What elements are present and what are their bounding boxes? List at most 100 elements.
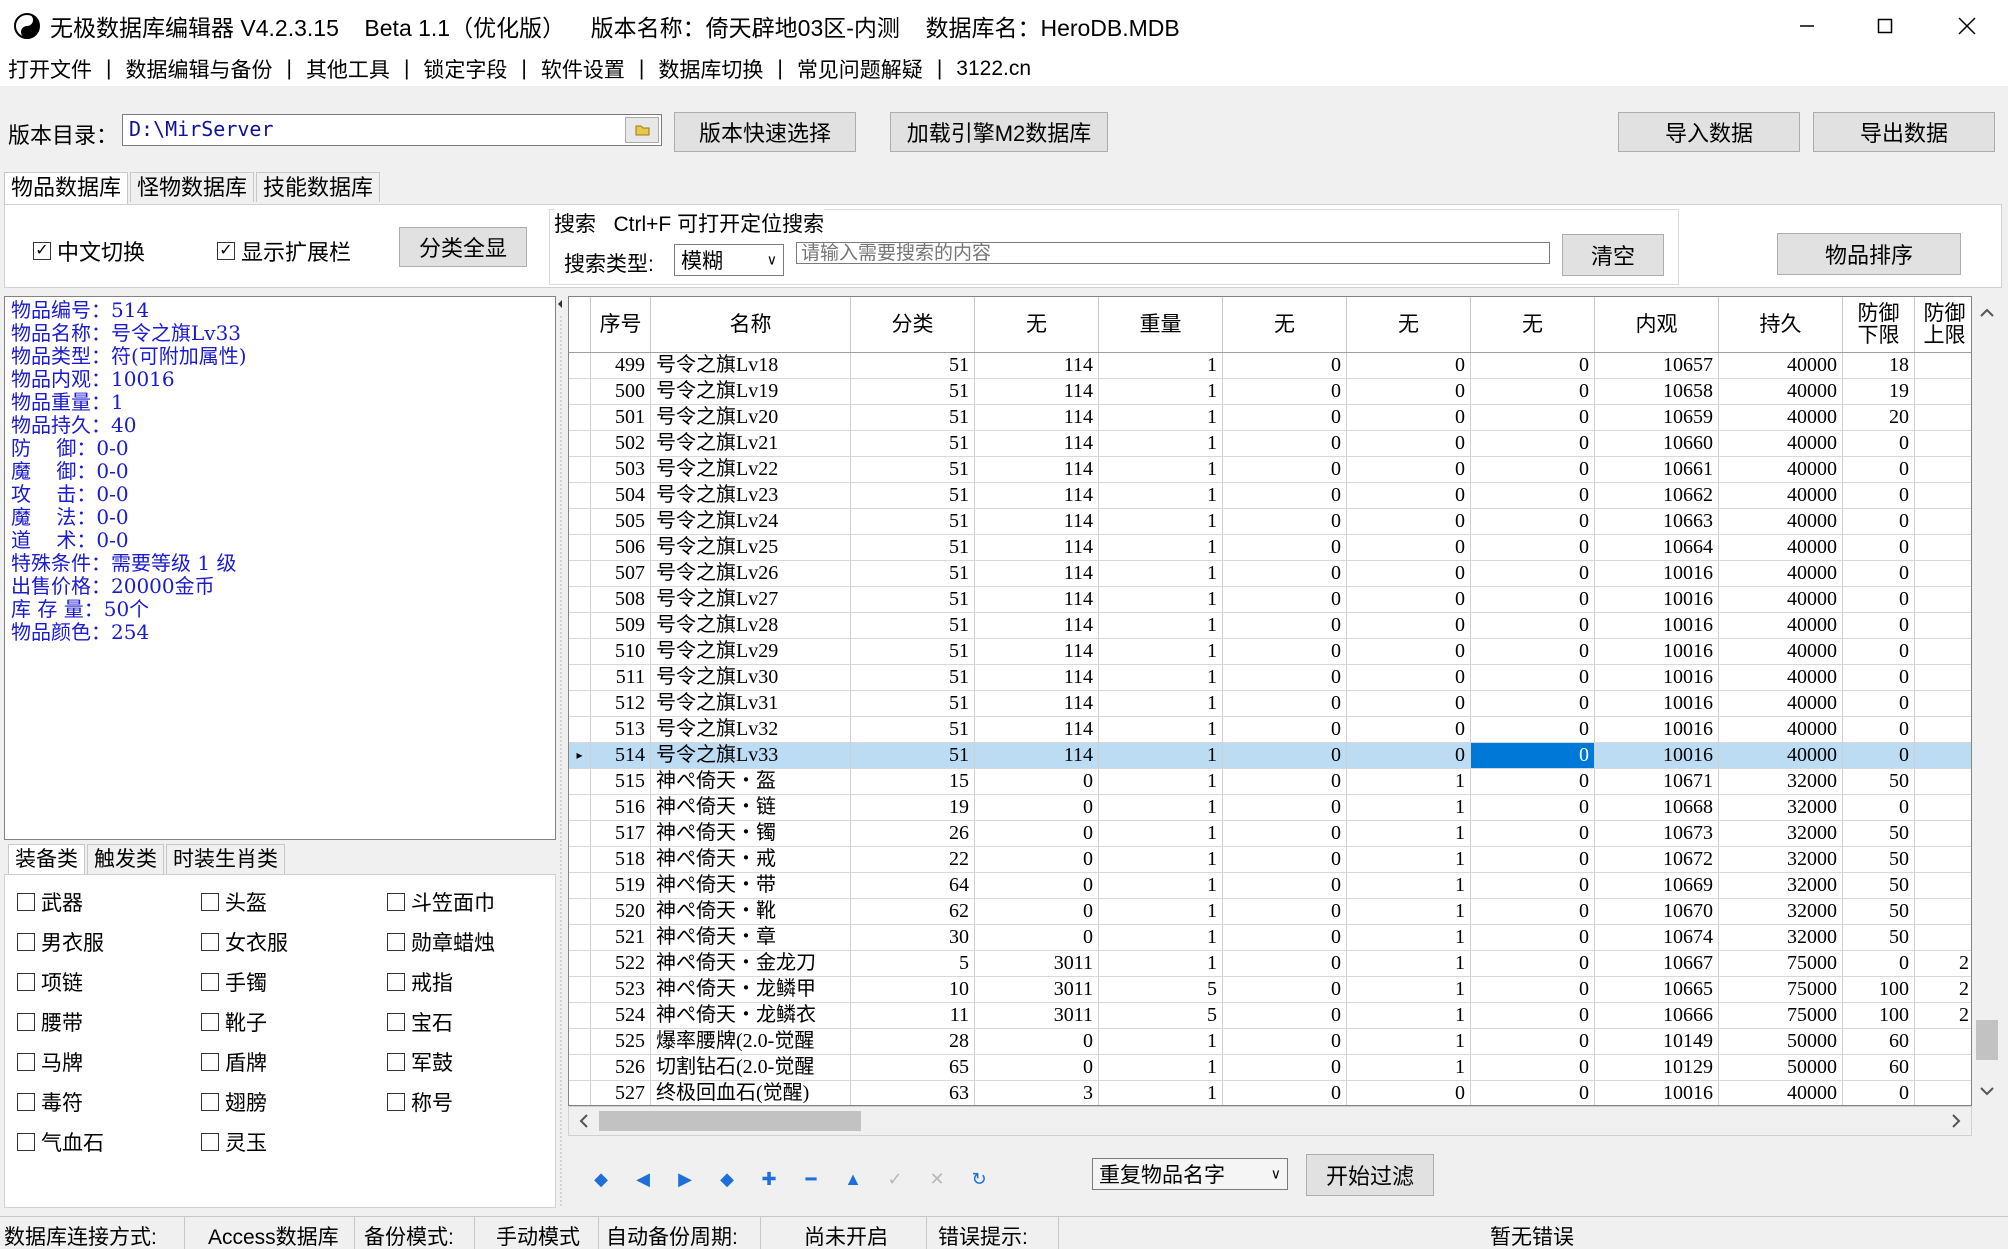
- table-cell[interactable]: 40000: [1719, 613, 1843, 638]
- table-cell[interactable]: 1: [1347, 1029, 1471, 1054]
- table-cell[interactable]: 40000: [1719, 483, 1843, 508]
- table-cell[interactable]: 1: [1099, 847, 1223, 872]
- table-cell[interactable]: 40000: [1719, 405, 1843, 430]
- table-cell[interactable]: 0: [1347, 587, 1471, 612]
- column-header[interactable]: 无: [1471, 297, 1595, 352]
- table-cell[interactable]: 26: [851, 821, 975, 846]
- table-cell[interactable]: 0: [1471, 353, 1595, 378]
- table-cell[interactable]: 神ぺ倚天・龙鳞衣: [651, 1003, 851, 1028]
- table-cell[interactable]: 5: [1099, 1003, 1223, 1028]
- table-cell[interactable]: 518: [591, 847, 651, 872]
- table-row[interactable]: 504 号令之旗Lv23 51 114 1 0 0 0 10662 40000 0: [569, 483, 1971, 509]
- table-cell[interactable]: 50: [1843, 769, 1915, 794]
- table-cell[interactable]: 502: [591, 431, 651, 456]
- maximize-button[interactable]: [1852, 0, 1918, 52]
- table-cell[interactable]: 40000: [1719, 717, 1843, 742]
- table-cell[interactable]: 1: [1099, 873, 1223, 898]
- import-button[interactable]: 导入数据: [1618, 112, 1800, 152]
- table-row[interactable]: 501 号令之旗Lv20 51 114 1 0 0 0 10659 40000 20: [569, 405, 1971, 431]
- table-row[interactable]: 519 神ぺ倚天・带 64 0 1 0 1 0 10669 32000 50: [569, 873, 1971, 899]
- table-cell[interactable]: 0: [1471, 717, 1595, 742]
- table-cell[interactable]: 51: [851, 431, 975, 456]
- panel-splitter[interactable]: [556, 296, 566, 1208]
- category-checkbox[interactable]: 项链: [17, 967, 83, 997]
- table-cell[interactable]: 0: [1471, 951, 1595, 976]
- cancel-record-icon[interactable]: ✕: [916, 1169, 958, 1190]
- table-cell[interactable]: 32000: [1719, 769, 1843, 794]
- table-cell[interactable]: 1: [1099, 1081, 1223, 1105]
- table-cell[interactable]: [1915, 457, 1971, 482]
- table-cell[interactable]: 神ぺ倚天・带: [651, 873, 851, 898]
- table-cell[interactable]: 0: [1223, 509, 1347, 534]
- table-cell[interactable]: 0: [1347, 717, 1471, 742]
- table-cell[interactable]: 0: [1471, 769, 1595, 794]
- table-cell[interactable]: 10: [851, 977, 975, 1002]
- table-cell[interactable]: 50: [1843, 873, 1915, 898]
- table-cell[interactable]: 114: [975, 457, 1099, 482]
- table-row[interactable]: 508 号令之旗Lv27 51 114 1 0 0 0 10016 40000 0: [569, 587, 1971, 613]
- close-button[interactable]: [1934, 0, 2000, 52]
- table-cell[interactable]: 0: [1843, 691, 1915, 716]
- chinese-switch-checkbox[interactable]: ✓ 中文切换: [33, 235, 145, 267]
- table-cell[interactable]: 50: [1843, 899, 1915, 924]
- table-cell[interactable]: 10669: [1595, 873, 1719, 898]
- table-cell[interactable]: 50: [1843, 821, 1915, 846]
- table-cell[interactable]: 0: [975, 925, 1099, 950]
- table-cell[interactable]: 10016: [1595, 691, 1719, 716]
- table-cell[interactable]: 500: [591, 379, 651, 404]
- table-cell[interactable]: 10664: [1595, 535, 1719, 560]
- category-checkbox[interactable]: 戒指: [387, 967, 453, 997]
- table-cell[interactable]: 0: [975, 847, 1099, 872]
- table-cell[interactable]: 51: [851, 743, 975, 768]
- table-cell[interactable]: [1915, 847, 1971, 872]
- table-cell[interactable]: 5: [851, 951, 975, 976]
- table-cell[interactable]: 0: [1843, 639, 1915, 664]
- table-cell[interactable]: 0: [1471, 1003, 1595, 1028]
- table-cell[interactable]: 2: [1915, 977, 1971, 1002]
- table-cell[interactable]: 神ぺ倚天・龙鳞甲: [651, 977, 851, 1002]
- table-cell[interactable]: 19: [1843, 379, 1915, 404]
- category-checkbox[interactable]: 靴子: [201, 1007, 267, 1037]
- table-cell[interactable]: 0: [1223, 639, 1347, 664]
- table-cell[interactable]: 526: [591, 1055, 651, 1080]
- table-cell[interactable]: 512: [591, 691, 651, 716]
- table-cell[interactable]: 32000: [1719, 795, 1843, 820]
- category-checkbox[interactable]: 宝石: [387, 1007, 453, 1037]
- table-cell[interactable]: 51: [851, 691, 975, 716]
- minimize-button[interactable]: [1774, 0, 1840, 52]
- table-cell[interactable]: [1915, 873, 1971, 898]
- table-cell[interactable]: 号令之旗Lv21: [651, 431, 851, 456]
- table-cell[interactable]: 515: [591, 769, 651, 794]
- table-cell[interactable]: 0: [1347, 561, 1471, 586]
- table-cell[interactable]: 10667: [1595, 951, 1719, 976]
- table-cell[interactable]: 1: [1347, 899, 1471, 924]
- next-record-icon[interactable]: ▶: [664, 1169, 706, 1190]
- table-cell[interactable]: 3011: [975, 951, 1099, 976]
- table-cell[interactable]: 0: [1843, 561, 1915, 586]
- table-row[interactable]: 526 切割钻石(2.0-觉醒 65 0 1 0 1 0 10129 50000 60: [569, 1055, 1971, 1081]
- table-cell[interactable]: 0: [1843, 717, 1915, 742]
- table-row[interactable]: 503 号令之旗Lv22 51 114 1 0 0 0 10661 40000 0: [569, 457, 1971, 483]
- table-cell[interactable]: 517: [591, 821, 651, 846]
- category-checkbox[interactable]: 气血石: [17, 1127, 104, 1157]
- table-cell[interactable]: [1915, 821, 1971, 846]
- table-cell[interactable]: 501: [591, 405, 651, 430]
- category-checkbox[interactable]: 称号: [387, 1087, 453, 1117]
- table-cell[interactable]: 0: [1471, 899, 1595, 924]
- table-cell[interactable]: 10668: [1595, 795, 1719, 820]
- column-header[interactable]: 无: [975, 297, 1099, 352]
- table-cell[interactable]: 0: [975, 769, 1099, 794]
- table-cell[interactable]: 1: [1347, 977, 1471, 1002]
- table-cell[interactable]: 51: [851, 353, 975, 378]
- table-cell[interactable]: 0: [1347, 639, 1471, 664]
- table-cell[interactable]: 40000: [1719, 639, 1843, 664]
- table-cell[interactable]: 0: [975, 1055, 1099, 1080]
- table-cell[interactable]: 3011: [975, 977, 1099, 1002]
- column-header[interactable]: 无: [1347, 297, 1471, 352]
- start-filter-button[interactable]: 开始过滤: [1306, 1154, 1434, 1196]
- table-cell[interactable]: 10016: [1595, 613, 1719, 638]
- table-cell[interactable]: 511: [591, 665, 651, 690]
- table-cell[interactable]: 11: [851, 1003, 975, 1028]
- table-cell[interactable]: 50: [1843, 925, 1915, 950]
- table-cell[interactable]: 10663: [1595, 509, 1719, 534]
